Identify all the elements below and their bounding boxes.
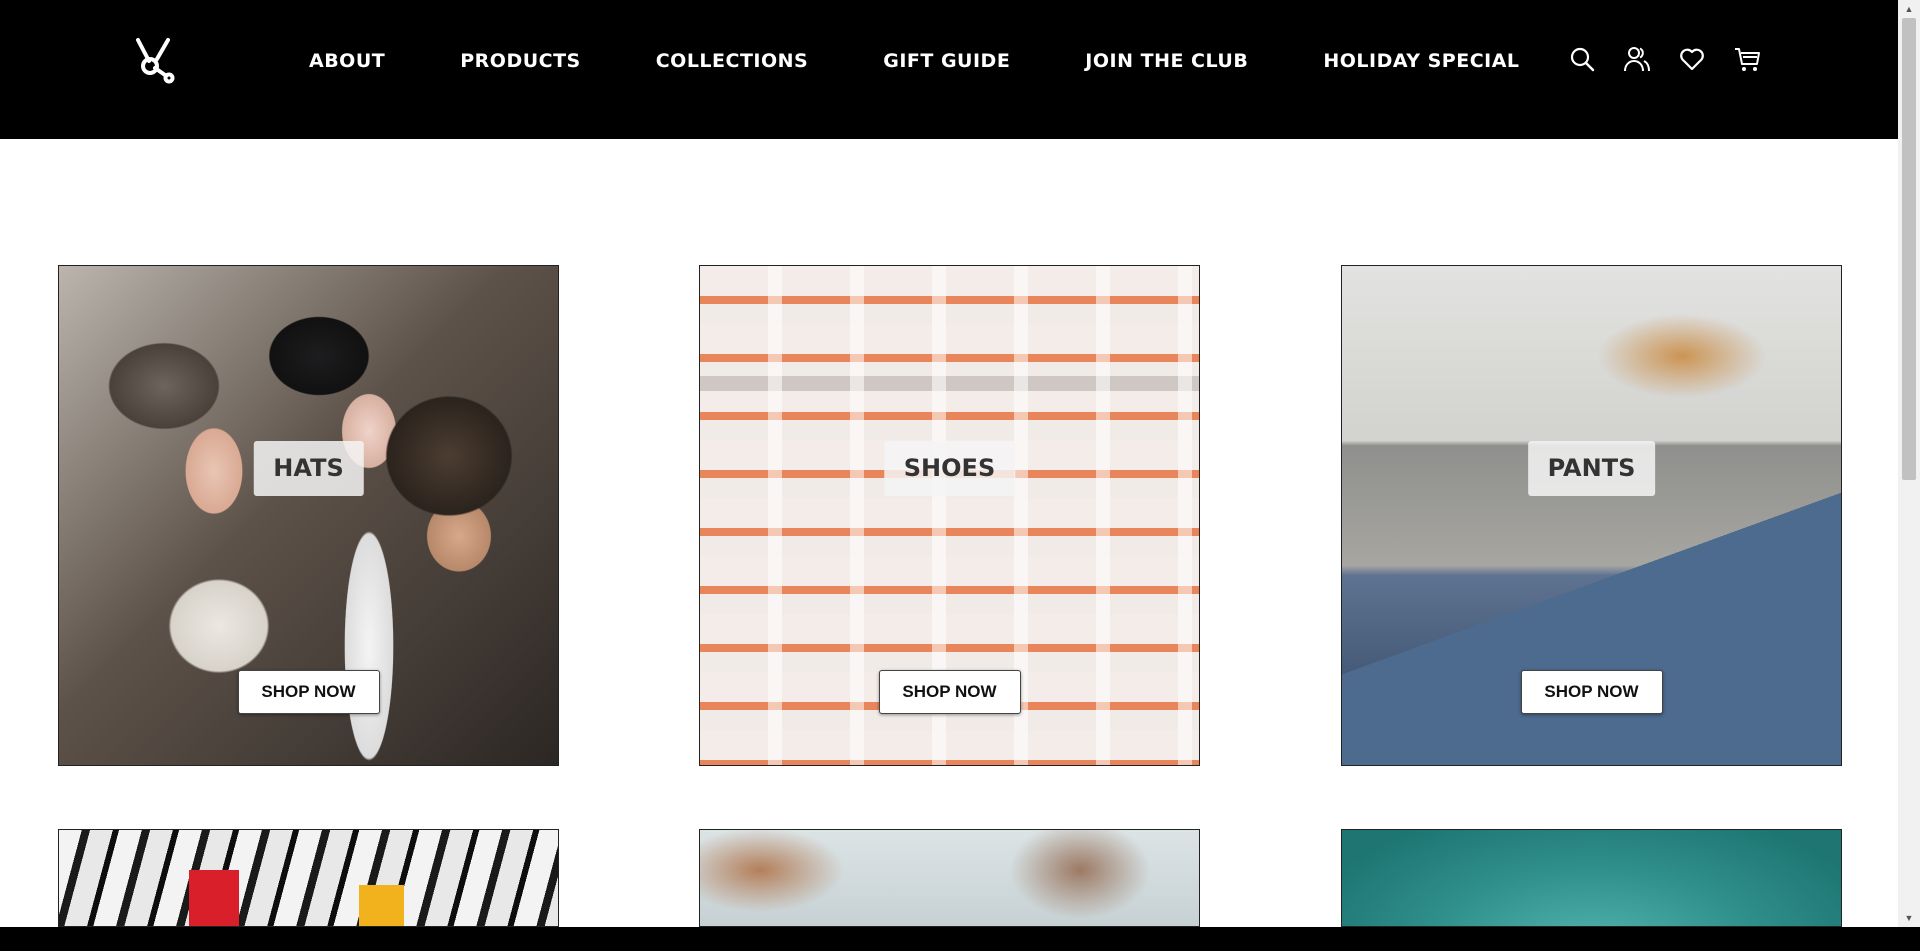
scroll-thumb[interactable] [1902, 18, 1916, 480]
shop-now-button[interactable]: SHOP NOW [1520, 670, 1663, 714]
shop-now-button[interactable]: SHOP NOW [878, 670, 1021, 714]
scroll-up-arrow-icon[interactable]: ▲ [1898, 0, 1920, 18]
category-tile-pants[interactable]: PANTS SHOP NOW [1341, 265, 1842, 766]
category-tile-shoes[interactable]: SHOES SHOP NOW [699, 265, 1200, 766]
category-tile-shirts[interactable] [58, 829, 559, 927]
nav-about[interactable]: ABOUT [309, 49, 385, 73]
scroll-down-arrow-icon[interactable]: ▼ [1898, 909, 1920, 927]
category-label: SHOES [883, 441, 1016, 496]
category-tile-street[interactable] [699, 829, 1200, 927]
page-scrollbar[interactable]: ▲ ▼ [1898, 0, 1920, 927]
category-label: HATS [253, 441, 364, 496]
site-header: ABOUT PRODUCTS COLLECTIONS GIFT GUIDE JO… [0, 0, 1898, 139]
header-actions [1568, 44, 1761, 74]
category-tile-teal[interactable] [1341, 829, 1842, 927]
teal-image [1342, 830, 1841, 926]
account-icon[interactable] [1623, 44, 1651, 74]
shirts-image [59, 830, 558, 926]
nav-gift-guide[interactable]: GIFT GUIDE [883, 49, 1010, 73]
shop-now-button[interactable]: SHOP NOW [237, 670, 380, 714]
category-label: PANTS [1527, 441, 1656, 496]
cart-icon[interactable] [1733, 44, 1761, 74]
wishlist-heart-icon[interactable] [1678, 44, 1706, 74]
street-image [700, 830, 1199, 926]
bottom-bar [0, 927, 1920, 951]
main-nav: ABOUT PRODUCTS COLLECTIONS GIFT GUIDE JO… [309, 49, 1520, 73]
nav-join-the-club[interactable]: JOIN THE CLUB [1085, 49, 1248, 73]
nav-products[interactable]: PRODUCTS [460, 49, 581, 73]
brand-logo-icon[interactable] [128, 34, 178, 84]
nav-collections[interactable]: COLLECTIONS [656, 49, 809, 73]
search-icon[interactable] [1568, 44, 1596, 74]
nav-holiday-special[interactable]: HOLIDAY SPECIAL [1323, 49, 1519, 73]
category-tile-hats[interactable]: HATS SHOP NOW [58, 265, 559, 766]
